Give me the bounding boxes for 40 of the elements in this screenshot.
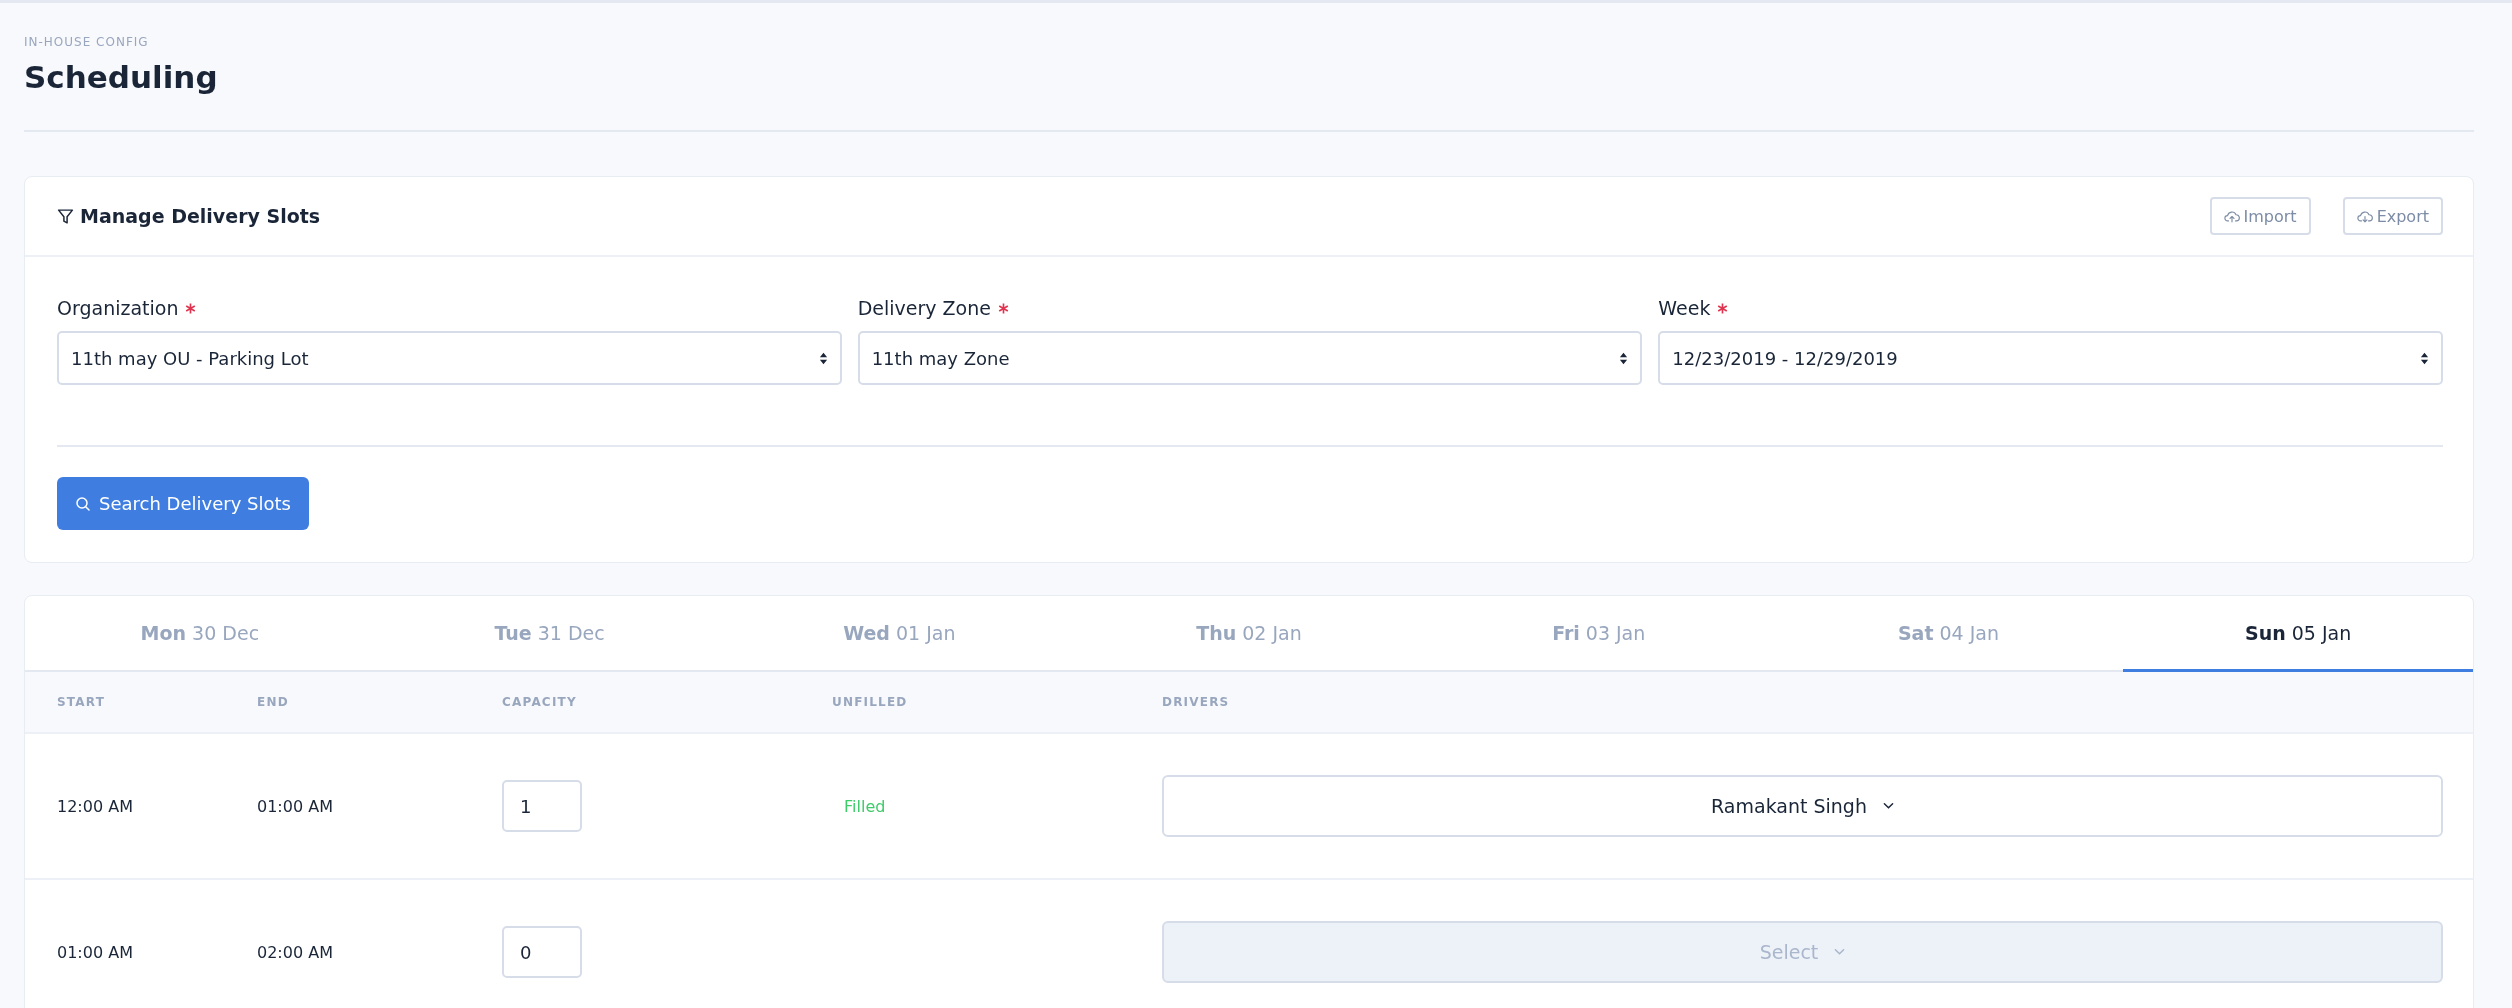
select-field[interactable]: 12/23/2019 - 12/29/2019 [1658, 331, 2443, 385]
chevron-down-icon [1882, 802, 1894, 810]
sort-arrows-icon [2420, 350, 2429, 366]
field-label: Week [1658, 297, 1711, 319]
table-cell: 12:00 AM [57, 796, 133, 816]
day-tab[interactable]: Fri 03 Jan [1423, 596, 1774, 670]
select-field[interactable]: 11th may OU - Parking Lot [57, 331, 842, 385]
table-cell: 02:00 AM [257, 942, 333, 962]
chevron-down-icon [1834, 948, 1846, 956]
table-cell: 01:00 AM [57, 942, 133, 962]
breadcrumb: IN-HOUSE CONFIG [24, 35, 150, 49]
capacity-input[interactable]: 1 [502, 780, 582, 832]
capacity-input[interactable]: 0 [502, 926, 582, 978]
day-tab[interactable]: Thu 02 Jan [1074, 596, 1424, 670]
day-tab[interactable]: Sat 04 Jan [1773, 596, 2124, 670]
search-icon [75, 495, 91, 512]
import-button[interactable]: Import [2209, 197, 2311, 235]
column-header: DRIVERS [1162, 695, 1230, 709]
select-field[interactable]: 11th may Zone [857, 331, 1643, 385]
sort-arrows-icon [1619, 350, 1629, 366]
column-header: UNFILLED [832, 695, 908, 709]
column-header: CAPACITY [502, 695, 577, 709]
day-tab[interactable]: Wed 01 Jan [724, 596, 1075, 670]
column-header: END [257, 695, 289, 709]
search-button[interactable]: Search Delivery Slots [57, 477, 309, 530]
cloud-upload-icon [2223, 209, 2240, 223]
cloud-download-icon [2356, 209, 2373, 223]
table-cell: 01:00 AM [257, 796, 333, 816]
day-tab[interactable]: Tue 31 Dec [374, 596, 725, 670]
column-header: START [57, 695, 106, 709]
day-tab[interactable]: Mon 30 Dec [25, 596, 375, 670]
export-button[interactable]: Export [2342, 197, 2443, 235]
card-title: Manage Delivery Slots [80, 205, 321, 227]
filter-icon [57, 207, 74, 225]
driver-select[interactable]: Ramakant Singh [1162, 775, 2443, 837]
page-title: Scheduling [24, 59, 219, 95]
status-text: Filled [844, 796, 886, 816]
field-label: Organization [57, 297, 179, 319]
field-label: Delivery Zone [857, 297, 991, 319]
sort-arrows-icon [818, 350, 828, 366]
